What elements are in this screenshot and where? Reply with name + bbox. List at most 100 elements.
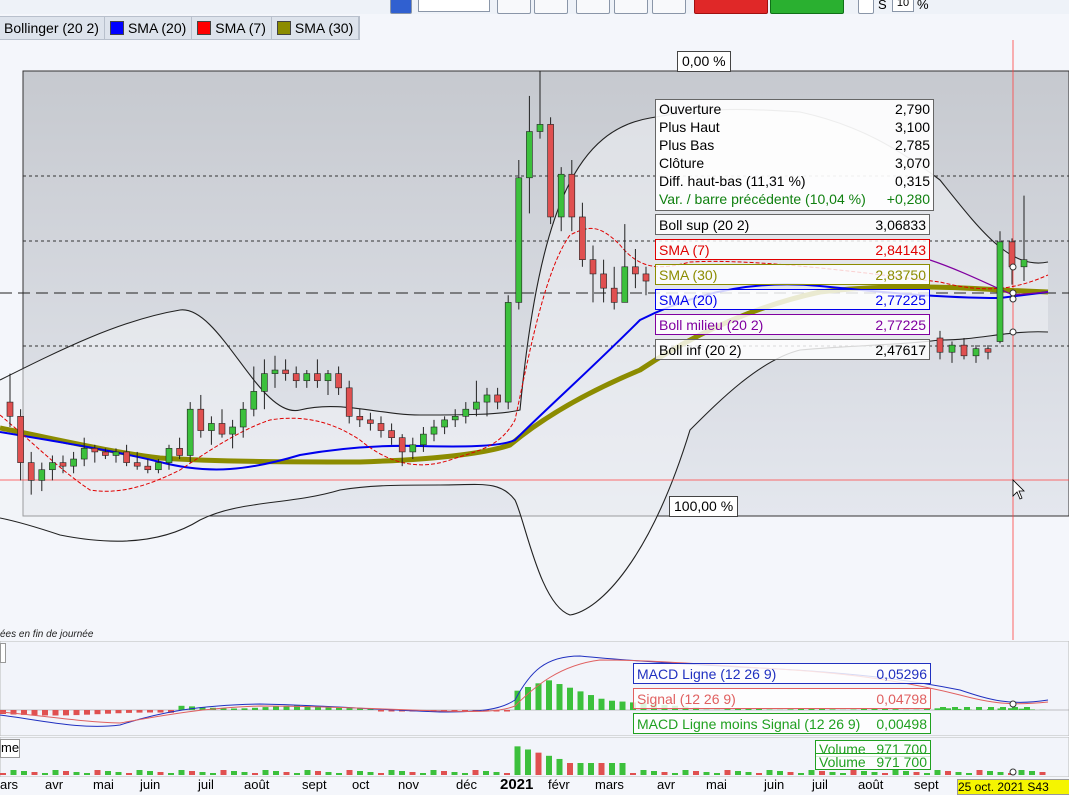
macd-bar [940,707,946,710]
candle-body [7,402,13,416]
volume-tab[interactable]: me [0,739,20,758]
volume-bar [368,772,374,775]
sma20-swatch [110,21,124,35]
chart-type-button-1[interactable] [497,0,531,14]
candle-body [643,274,649,281]
volume-bar [284,772,290,775]
candle-body [484,395,490,402]
volume-bar [431,770,437,775]
volume-box-2: Volume971 700 [815,753,931,770]
volume-bar [221,770,227,775]
volume-bar [357,771,363,775]
volume-bar [179,770,185,775]
crosshair-point-sma20 [1010,296,1016,302]
candle-body [208,423,214,430]
macd-bar [105,710,111,714]
volume-bar [147,771,153,775]
candle-body [367,420,373,424]
macd-bar [830,709,836,710]
macd-bar [273,706,279,710]
macd-bar [988,707,994,710]
toolbar-input[interactable] [418,0,490,12]
candle-body [973,349,979,356]
candle-body [304,374,310,381]
sell-button[interactable] [694,0,768,14]
candle-body [92,448,98,452]
candle-body [558,174,564,217]
candle-body [261,374,267,392]
volume-bar [126,773,132,775]
boll-inf-box: Boll inf (20 2)2,47617 [655,339,930,360]
candle-body [611,288,617,302]
candle-body [949,345,955,352]
chart-type-button-5[interactable] [652,0,686,14]
candle-body [601,274,607,288]
macd-bar [1000,707,1006,710]
candle-body [505,302,511,402]
legend-sma20[interactable]: SMA (20) [105,17,192,39]
volume-bar [945,771,951,775]
info-row-high: Plus Haut3,100 [659,119,930,137]
crosshair-point-lower [1010,329,1016,335]
sma30-box: SMA (30)2,83750 [655,264,930,285]
macd-crosshair-point [1010,701,1016,707]
candle-body [985,349,991,353]
candle-body [961,345,967,356]
s-checkbox[interactable] [858,0,874,14]
volume-bar [714,773,720,775]
buy-button[interactable] [770,0,844,14]
candle-body [187,409,193,455]
info-row-variation: Var. / barre précédente (10,04 %)+0,280 [659,191,930,209]
signal-box: Signal (12 26 9)0,04798 [633,688,931,709]
info-row-close: Clôture3,070 [659,155,930,173]
volume-bar [956,772,962,775]
macd-line-box: MACD Ligne (12 26 9)0,05296 [633,663,931,684]
toolbar-icon-button[interactable] [390,0,412,14]
macd-bar [924,709,930,710]
macd-bar [84,710,90,715]
chart-type-button-3[interactable] [576,0,610,14]
volume-bar [987,771,993,775]
volume-bar [966,773,972,775]
candle-body [272,370,278,374]
volume-bar [578,763,584,775]
s-input[interactable]: 10 [892,0,914,12]
candle-body [346,388,352,416]
candle-body [240,409,246,427]
volume-bar [893,770,899,775]
volume-bar [231,771,237,775]
volume-bar [494,772,500,775]
legend-bollinger[interactable]: Bollinger (20 2) [0,17,105,39]
macd-bar [231,709,237,711]
volume-bar [914,772,920,775]
macd-bar [893,709,899,710]
candle-body [357,416,363,420]
volume-bar [347,770,353,775]
volume-bar [662,772,668,775]
candle-body [336,374,342,388]
volume-bar [756,773,762,775]
macd-panel-tab[interactable] [0,643,6,663]
candle-body [1021,260,1027,267]
volume-bar [389,770,395,775]
volume-bar [851,770,857,775]
legend-sma7[interactable]: SMA (7) [192,17,272,39]
sma20-box: SMA (20)2,77225 [655,289,930,310]
chart-type-button-4[interactable] [614,0,648,14]
legend-sma30[interactable]: SMA (30) [272,17,359,39]
info-row-open: Ouverture2,790 [659,101,930,119]
volume-bar [441,771,447,775]
candle-body [18,416,24,462]
volume-bar [252,773,258,775]
volume-bar [693,771,699,775]
candle-body [473,402,479,409]
volume-bar [63,771,69,775]
macd-bar [504,710,510,712]
chart-type-button-2[interactable] [534,0,568,14]
candle-body [198,409,204,430]
macd-bar [1024,707,1030,710]
volume-bar [609,763,615,775]
candle-body [937,338,943,352]
volume-bar [557,759,563,775]
volume-bar [651,771,657,775]
